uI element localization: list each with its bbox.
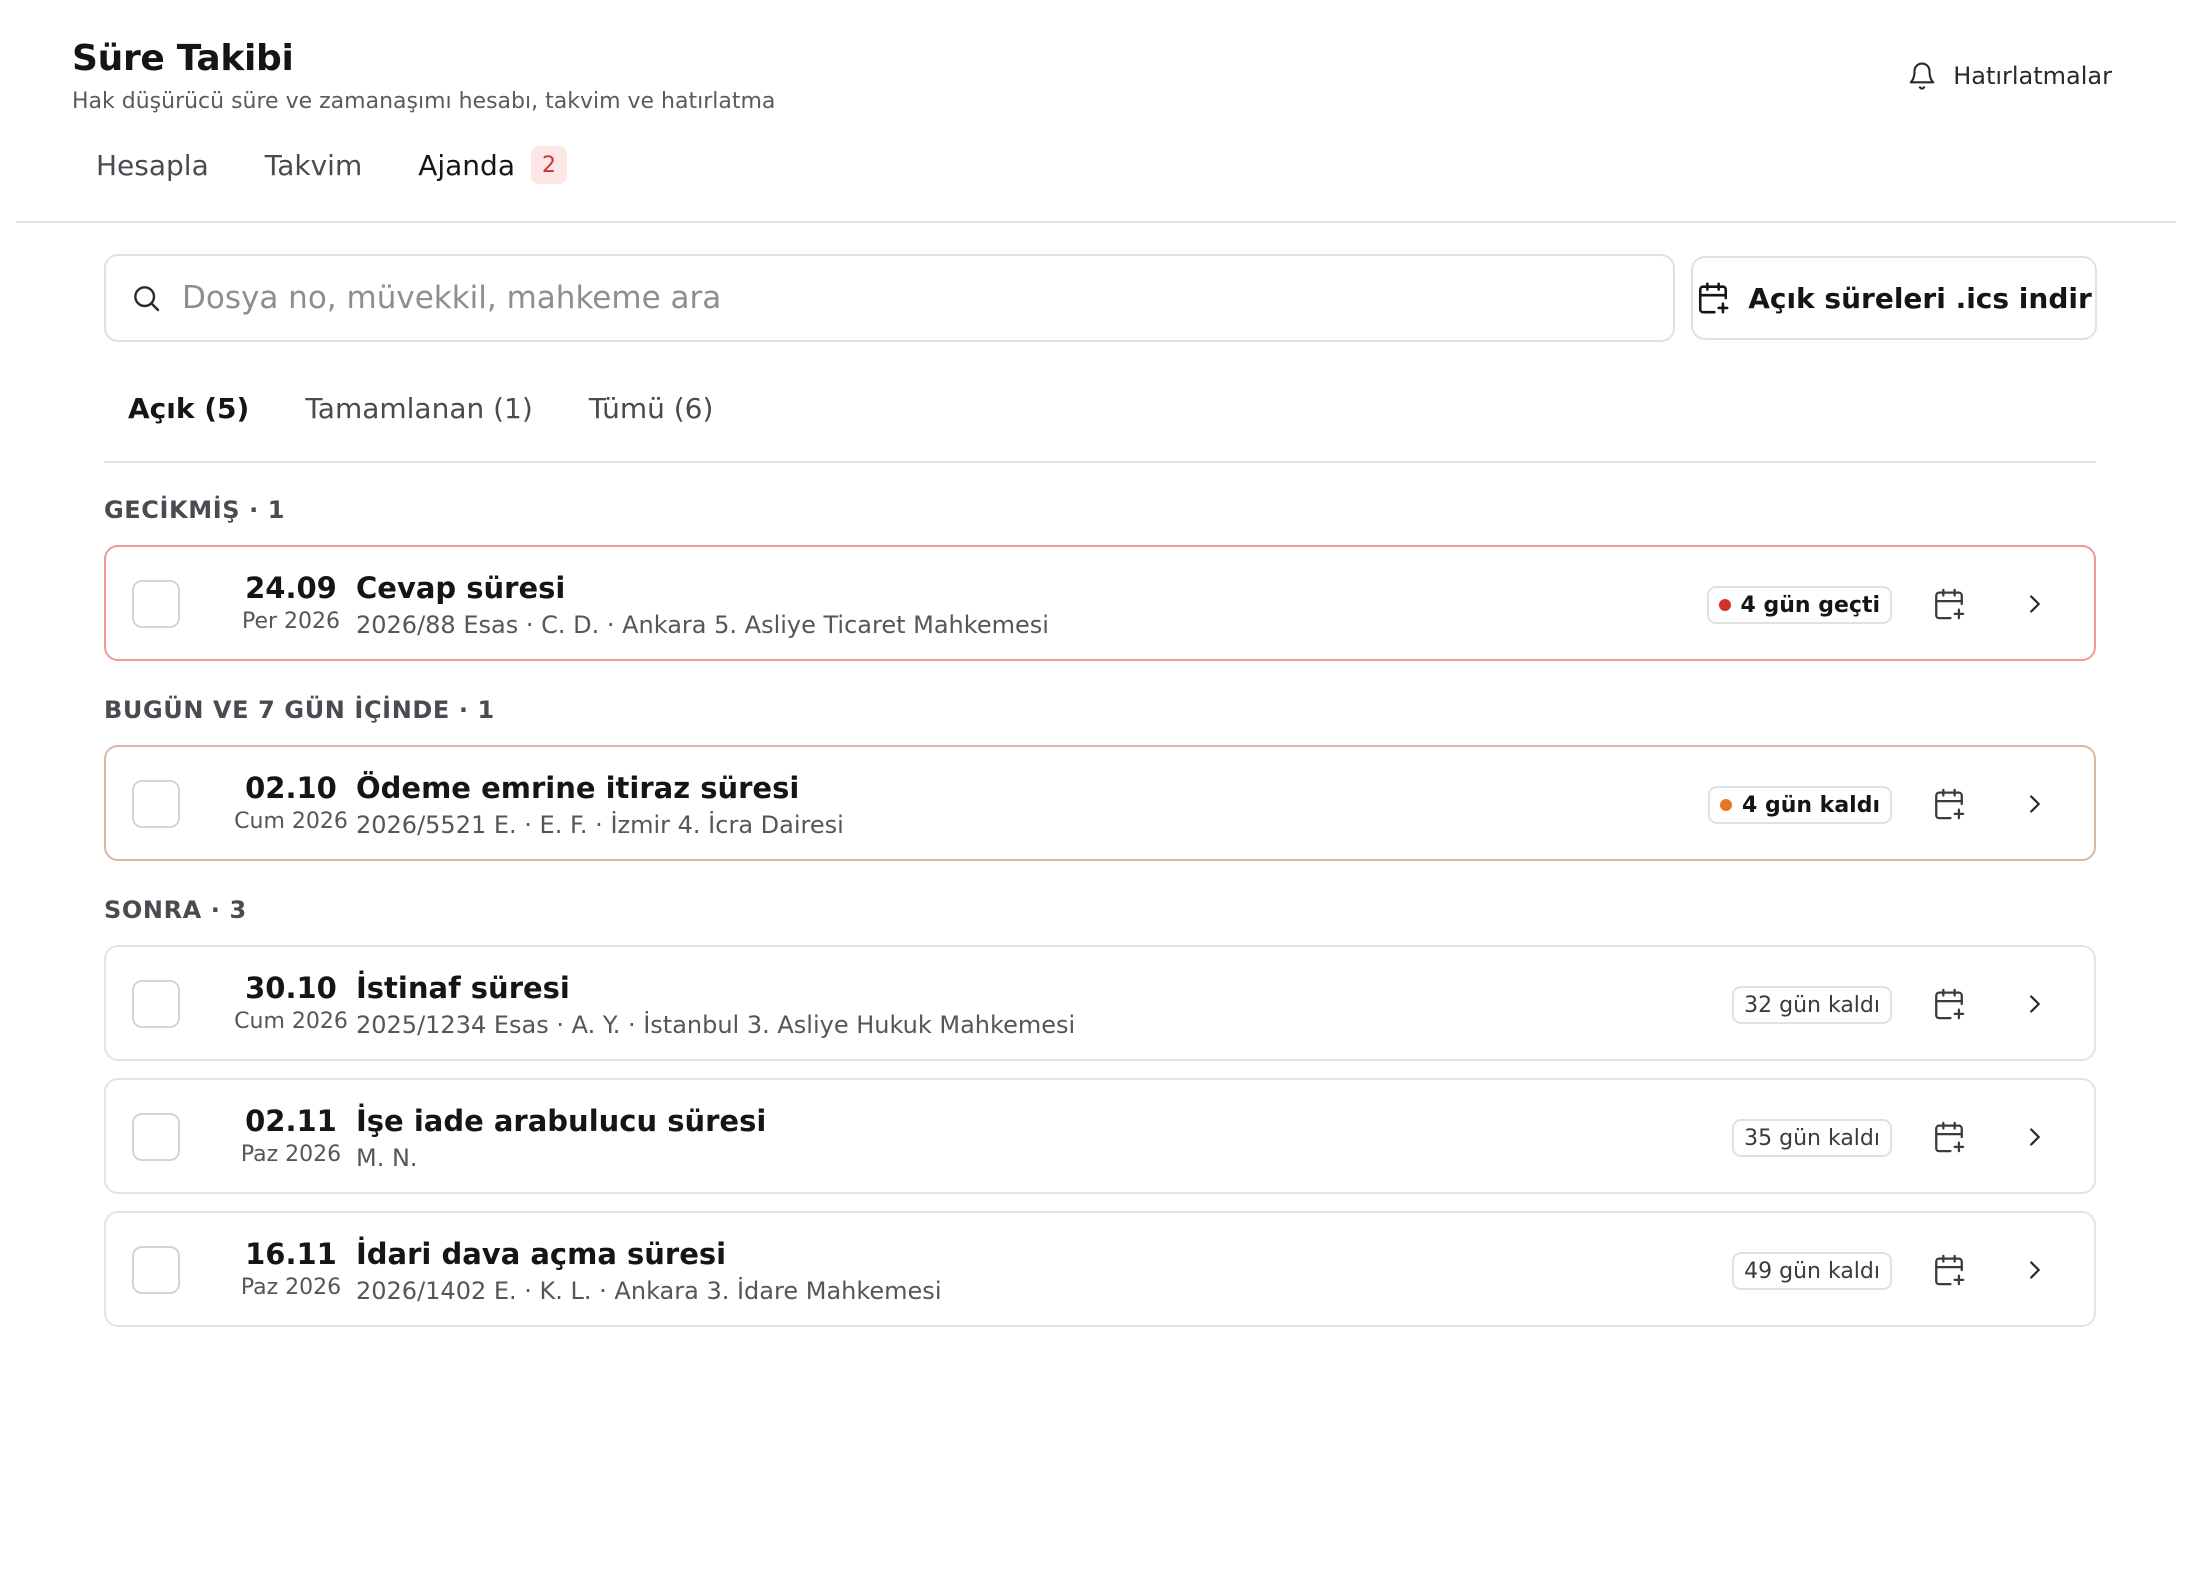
task-date-weekday-year: Cum 2026 (234, 809, 348, 834)
task-checkbox[interactable] (132, 1113, 180, 1161)
task-title: Cevap süresi (356, 571, 566, 605)
add-to-calendar-icon[interactable] (1932, 1120, 1966, 1154)
task-info: Ödeme emrine itiraz süresi 2026/5521 E. … (356, 771, 1756, 839)
task-checkbox[interactable] (132, 580, 180, 628)
task-meta: 2025/1234 Esas · A. Y. · İstanbul 3. Asl… (356, 1011, 1076, 1039)
task-card[interactable]: 02.11 Paz 2026 İşe iade arabulucu süresi… (104, 1078, 2096, 1194)
task-checkbox[interactable] (132, 1246, 180, 1294)
task-date-weekday-year: Per 2026 (241, 609, 341, 634)
group-header-overdue: GECİKMİŞ · 1 (104, 496, 286, 524)
add-to-calendar-icon[interactable] (1932, 787, 1966, 821)
status-text: 4 gün kaldı (1741, 792, 1880, 818)
status-text: 32 gün kaldı (1744, 992, 1880, 1018)
page-header: Süre Takibi Hak düşürücü süre ve zamanaş… (72, 38, 2112, 128)
filter-tab-all[interactable]: Tümü (6) (589, 392, 714, 425)
add-to-calendar-icon[interactable] (1932, 587, 1966, 621)
search-icon (134, 286, 160, 312)
task-checkbox[interactable] (132, 980, 180, 1028)
task-date-weekday-year: Cum 2026 (234, 1009, 348, 1034)
tab-label: Takvim (264, 148, 363, 182)
group-header-this-week: BUGÜN VE 7 GÜN İÇİNDE · 1 (104, 696, 495, 724)
add-to-calendar-icon[interactable] (1932, 987, 1966, 1021)
status-text: 49 gün kaldı (1744, 1258, 1880, 1284)
task-title: İdari dava açma süresi (356, 1237, 727, 1271)
status-badge: 32 gün kaldı (1732, 986, 1892, 1024)
group-header-later: SONRA · 3 (104, 896, 247, 924)
download-ics-button[interactable]: Açık süreleri .ics indir (1691, 256, 2097, 340)
status-dot-icon (1718, 599, 1731, 611)
tab-hesapla[interactable]: Hesapla (96, 149, 209, 182)
task-title: Ödeme emrine itiraz süresi (356, 771, 800, 805)
chevron-right-icon[interactable] (2020, 789, 2050, 819)
reminders-label: Hatırlatmalar (1953, 62, 2112, 90)
chevron-right-icon[interactable] (2020, 589, 2050, 619)
task-info: İdari dava açma süresi 2026/1402 E. · K.… (356, 1237, 1756, 1305)
task-date-day: 16.11 (245, 1237, 337, 1271)
tab-ajanda[interactable]: Ajanda 2 (418, 146, 567, 184)
filter-tabs: Açık (5) Tamamlanan (1) Tümü (6) (128, 392, 713, 425)
chevron-right-icon[interactable] (2020, 1255, 2050, 1285)
status-dot-icon (1719, 799, 1732, 811)
status-badge: 49 gün kaldı (1732, 1252, 1892, 1290)
task-date: 16.11 Paz 2026 (206, 1237, 376, 1300)
task-card[interactable]: 30.10 Cum 2026 İstinaf süresi 2025/1234 … (104, 945, 2096, 1061)
status-badge: 35 gün kaldı (1732, 1119, 1892, 1157)
task-card[interactable]: 24.09 Per 2026 Cevap süresi 2026/88 Esas… (104, 545, 2096, 661)
add-to-calendar-icon[interactable] (1932, 1253, 1966, 1287)
task-date-day: 02.10 (245, 771, 337, 805)
task-date-day: 24.09 (245, 571, 337, 605)
app-root: Süre Takibi Hak düşürücü süre ve zamanaş… (0, 0, 2192, 1592)
task-date: 02.10 Cum 2026 (206, 771, 376, 834)
filter-tab-open[interactable]: Açık (5) (128, 392, 249, 425)
chevron-right-icon[interactable] (2020, 1122, 2050, 1152)
tab-label: Hesapla (96, 148, 209, 182)
task-date-weekday-year: Paz 2026 (240, 1275, 342, 1300)
search-input[interactable] (182, 280, 1673, 316)
task-meta: 2026/5521 E. · E. F. · İzmir 4. İcra Dai… (356, 811, 844, 839)
task-date-weekday-year: Paz 2026 (240, 1142, 342, 1167)
filter-tab-completed[interactable]: Tamamlanan (1) (305, 392, 533, 425)
task-title: İşe iade arabulucu süresi (356, 1104, 767, 1138)
main-tabs: Hesapla Takvim Ajanda 2 (96, 146, 567, 184)
bell-icon (1909, 62, 1935, 90)
task-date: 30.10 Cum 2026 (206, 971, 376, 1034)
tab-takvim[interactable]: Takvim (265, 149, 362, 182)
page-title: Süre Takibi (72, 38, 294, 79)
task-meta: 2026/1402 E. · K. L. · Ankara 3. İdare M… (356, 1277, 942, 1305)
search-box (104, 254, 1675, 342)
page-subtitle: Hak düşürücü süre ve zamanaşımı hesabı, … (72, 89, 776, 114)
task-info: İşe iade arabulucu süresi M. N. (356, 1104, 1756, 1172)
task-card[interactable]: 02.10 Cum 2026 Ödeme emrine itiraz süres… (104, 745, 2096, 861)
status-badge: 4 gün kaldı (1707, 786, 1892, 824)
task-meta: 2026/88 Esas · C. D. · Ankara 5. Asliye … (356, 611, 1049, 639)
status-text: 35 gün kaldı (1744, 1125, 1880, 1151)
task-info: İstinaf süresi 2025/1234 Esas · A. Y. · … (356, 971, 1756, 1039)
task-meta: M. N. (356, 1144, 418, 1172)
task-checkbox[interactable] (132, 780, 180, 828)
task-date-day: 02.11 (245, 1104, 337, 1138)
ajanda-count-badge: 2 (531, 146, 567, 184)
status-text: 4 gün geçti (1740, 592, 1880, 618)
task-info: Cevap süresi 2026/88 Esas · C. D. · Anka… (356, 571, 1756, 639)
task-date: 24.09 Per 2026 (206, 571, 376, 634)
task-card[interactable]: 16.11 Paz 2026 İdari dava açma süresi 20… (104, 1211, 2096, 1327)
task-date: 02.11 Paz 2026 (206, 1104, 376, 1167)
tab-label: Ajanda (418, 148, 515, 182)
header-divider (16, 221, 2176, 223)
filter-divider (104, 461, 2096, 463)
task-title: İstinaf süresi (356, 971, 570, 1005)
ics-button-label: Açık süreleri .ics indir (1748, 281, 2092, 315)
reminders-button[interactable]: Hatırlatmalar (1907, 56, 2112, 96)
status-badge: 4 gün geçti (1706, 586, 1892, 624)
calendar-plus-icon (1699, 282, 1729, 314)
task-date-day: 30.10 (245, 971, 337, 1005)
chevron-right-icon[interactable] (2020, 989, 2050, 1019)
